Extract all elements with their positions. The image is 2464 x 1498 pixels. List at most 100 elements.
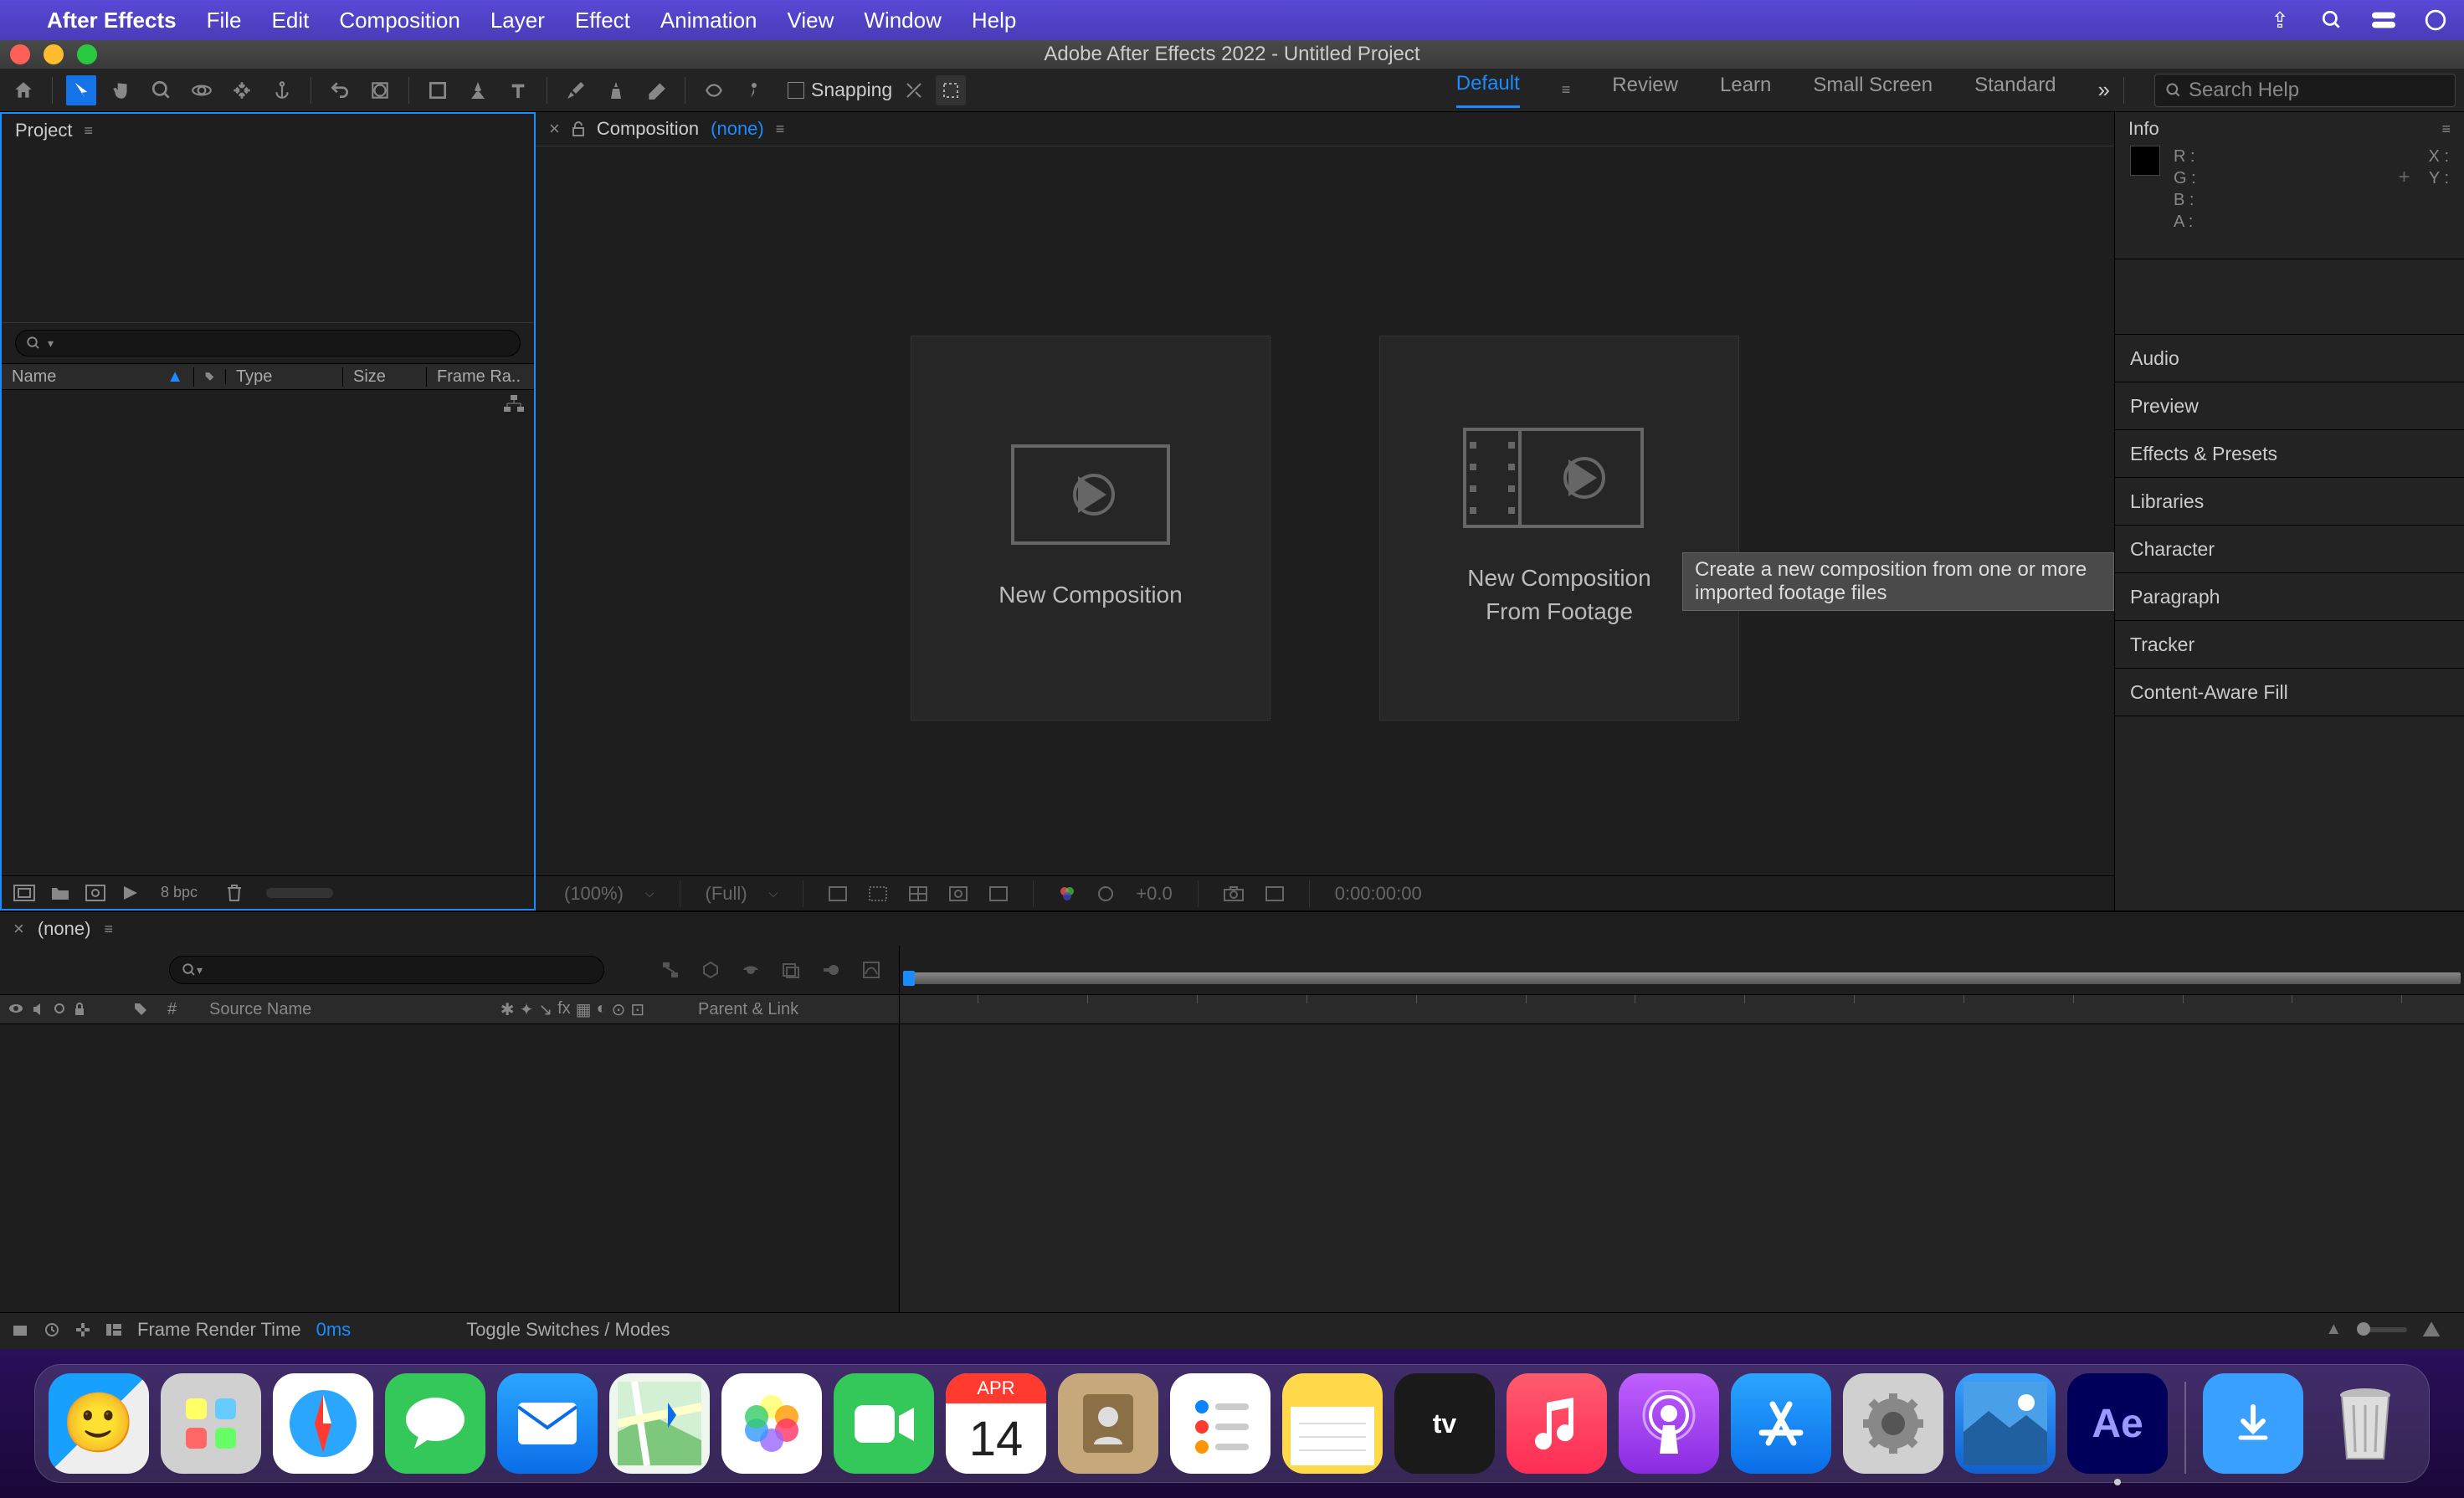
text-tool[interactable]	[503, 75, 533, 105]
frameblend-icon[interactable]	[777, 956, 805, 984]
control-center-icon[interactable]	[2372, 8, 2395, 32]
timeline-menu-icon[interactable]: ≡	[104, 921, 113, 938]
workspace-standard[interactable]: Standard	[1974, 74, 2056, 107]
col-type[interactable]: Type	[226, 367, 343, 387]
comp-zoom-chevron-icon[interactable]: ⌵	[645, 886, 654, 900]
tl-footer-icon-3[interactable]	[75, 1322, 90, 1337]
roto-tool[interactable]	[699, 75, 729, 105]
timeline-tracks-area[interactable]	[900, 1024, 2464, 1312]
info-panel-title[interactable]: Info	[2128, 118, 2159, 140]
zoom-out-icon[interactable]: ▲	[2325, 1320, 2342, 1339]
comp-show-snapshot-icon[interactable]	[1265, 886, 1284, 901]
menu-effect[interactable]: Effect	[575, 8, 630, 33]
dock-after-effects[interactable]: Ae	[2067, 1373, 2168, 1474]
number-col[interactable]: #	[167, 1000, 201, 1019]
mask-tool[interactable]	[365, 75, 395, 105]
dock-reminders[interactable]	[1170, 1373, 1270, 1474]
dock-launchpad[interactable]	[161, 1373, 261, 1474]
workspace-small-screen[interactable]: Small Screen	[1813, 74, 1933, 107]
dock-contacts[interactable]	[1058, 1373, 1158, 1474]
source-name-col[interactable]: Source Name	[201, 1000, 464, 1019]
timeline-search-input[interactable]: ▾	[169, 956, 604, 984]
dock-photos[interactable]	[721, 1373, 822, 1474]
zoom-in-icon[interactable]: ⛰	[2422, 1316, 2441, 1343]
status-icon-1[interactable]: ⇪	[2268, 8, 2292, 32]
clone-tool[interactable]	[601, 75, 631, 105]
new-composition-button[interactable]: New Composition	[911, 336, 1270, 721]
draft3d-icon[interactable]	[696, 956, 725, 984]
delete-icon[interactable]	[226, 884, 243, 902]
timeline-zoom-slider[interactable]	[2357, 1327, 2407, 1332]
dock-podcasts[interactable]	[1619, 1373, 1719, 1474]
dock-messages[interactable]	[385, 1373, 485, 1474]
shy-icon[interactable]	[737, 956, 765, 984]
lock-col-icon[interactable]	[74, 1003, 85, 1016]
toggle-switches-button[interactable]: Toggle Switches / Modes	[466, 1319, 670, 1341]
col-tag[interactable]	[194, 369, 226, 384]
time-ruler[interactable]	[900, 994, 2464, 1024]
switches-col[interactable]: ✱✦↘fx▦◐⊙⊡	[464, 999, 681, 1020]
undo-arrow-tool[interactable]	[325, 75, 355, 105]
new-comp-icon[interactable]	[85, 885, 105, 901]
menu-help[interactable]: Help	[972, 8, 1016, 33]
info-panel-menu-icon[interactable]: ≡	[2441, 121, 2451, 138]
pen-tool[interactable]	[463, 75, 493, 105]
comp-timecode[interactable]: 0:00:00:00	[1335, 883, 1422, 905]
timeline-layers-list[interactable]	[0, 1024, 899, 1312]
col-name[interactable]: Name ▲	[2, 367, 194, 387]
audio-panel[interactable]: Audio	[2115, 334, 2464, 382]
zoom-tool[interactable]	[146, 75, 177, 105]
workspace-default-menu-icon[interactable]: ≡	[1562, 81, 1571, 99]
comp-resolution-dropdown[interactable]: (Full)	[706, 883, 747, 905]
eraser-tool[interactable]	[641, 75, 671, 105]
tl-footer-icon-1[interactable]	[12, 1322, 28, 1337]
libraries-panel[interactable]: Libraries	[2115, 477, 2464, 526]
tl-footer-icon-4[interactable]	[105, 1323, 122, 1336]
col-size[interactable]: Size	[343, 367, 427, 387]
minimize-window-button[interactable]	[44, 44, 64, 64]
project-search-input[interactable]: ▾	[15, 330, 521, 357]
close-window-button[interactable]	[10, 44, 30, 64]
comp-footer-icon-4[interactable]	[949, 886, 968, 901]
comp-panel-title[interactable]: Composition	[597, 118, 699, 140]
menu-layer[interactable]: Layer	[490, 8, 545, 33]
visibility-col-icon[interactable]	[8, 1003, 23, 1016]
tracker-panel[interactable]: Tracker	[2115, 620, 2464, 669]
snapping-checkbox[interactable]	[788, 82, 804, 99]
parent-link-col[interactable]: Parent & Link	[681, 1000, 899, 1019]
orbit-tool[interactable]	[187, 75, 217, 105]
comp-footer-icon-1[interactable]	[829, 886, 847, 901]
comp-color-mgmt-icon[interactable]	[1059, 885, 1075, 902]
comp-zoom-dropdown[interactable]: (100%)	[564, 883, 624, 905]
menu-edit[interactable]: Edit	[272, 8, 310, 33]
content-aware-fill-panel[interactable]: Content-Aware Fill	[2115, 668, 2464, 716]
menu-view[interactable]: View	[788, 8, 834, 33]
snap-option-2[interactable]	[936, 75, 966, 105]
graph-editor-icon[interactable]	[857, 956, 886, 984]
snap-option-1[interactable]	[899, 75, 929, 105]
menu-animation[interactable]: Animation	[660, 8, 757, 33]
dock-appstore[interactable]	[1731, 1373, 1831, 1474]
timeline-tab-label[interactable]: (none)	[38, 918, 91, 940]
menu-window[interactable]: Window	[864, 8, 941, 33]
label-col[interactable]	[134, 1003, 167, 1016]
audio-col-icon[interactable]	[32, 1003, 45, 1016]
timeline-tab-close-icon[interactable]: ×	[13, 918, 24, 940]
comp-exposure-value[interactable]: +0.0	[1136, 883, 1172, 905]
anchor-tool[interactable]	[267, 75, 297, 105]
time-navigator[interactable]	[903, 972, 2461, 984]
dock-music[interactable]	[1507, 1373, 1607, 1474]
brush-tool[interactable]	[561, 75, 591, 105]
dock-maps[interactable]	[609, 1373, 710, 1474]
bpc-button[interactable]: 8 bpc	[161, 884, 198, 901]
dock-notes[interactable]	[1282, 1373, 1383, 1474]
new-composition-from-footage-button[interactable]: New CompositionFrom Footage	[1379, 336, 1739, 721]
project-item-list[interactable]	[2, 390, 534, 875]
comp-mini-flowchart-icon[interactable]	[656, 956, 685, 984]
effects-presets-panel[interactable]: Effects & Presets	[2115, 429, 2464, 478]
comp-footer-icon-5[interactable]	[989, 886, 1008, 901]
home-tool[interactable]	[8, 75, 38, 105]
col-framerate[interactable]: Frame Ra..	[427, 367, 534, 387]
project-panel-title[interactable]: Project	[15, 120, 72, 141]
rotate-tool[interactable]	[227, 75, 257, 105]
